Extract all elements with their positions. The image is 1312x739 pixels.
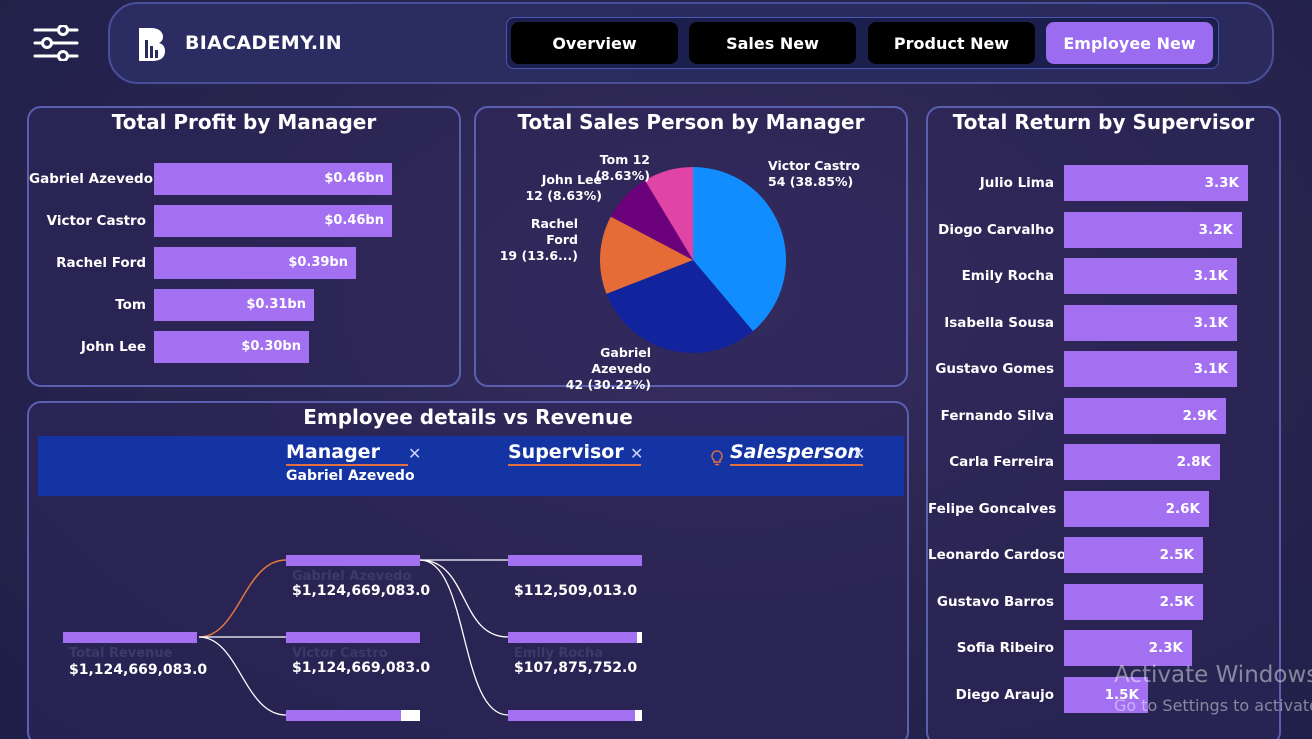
return-bar[interactable]: 2.5K bbox=[1064, 537, 1203, 573]
supervisor-node-value: $107,875,752.0 bbox=[514, 660, 638, 676]
profit-by-manager-panel: Total Profit by Manager Gabriel Azevedo $… bbox=[27, 106, 461, 387]
nav-employee-new-button[interactable]: Employee New bbox=[1046, 22, 1213, 64]
return-bar[interactable]: 2.8K bbox=[1064, 444, 1220, 480]
return-bar-label: Fernando Silva bbox=[940, 407, 1054, 424]
pie-label-tom: Tom 12 (8.63%) bbox=[595, 152, 650, 183]
biacademy-logo bbox=[139, 28, 165, 61]
return-bar-label: Gustavo Barros bbox=[936, 593, 1054, 610]
return-bar[interactable]: 3.1K bbox=[1064, 304, 1237, 341]
nav-product-new-button[interactable]: Product New bbox=[868, 22, 1035, 64]
return-bar-label: Julio Lima bbox=[979, 175, 1054, 191]
root-node-name: Total Revenue bbox=[69, 646, 173, 661]
manager-node-name: Victor Castro bbox=[292, 646, 388, 661]
manager-node-name: Gabriel Azevedo bbox=[292, 569, 412, 584]
profit-bar-label: John Lee bbox=[80, 339, 146, 355]
brand-name: BIACADEMY.IN bbox=[185, 32, 342, 54]
root-node-value: $1,124,669,083.0 bbox=[69, 662, 208, 678]
return-bar-label: Carla Ferreira bbox=[949, 454, 1054, 470]
profit-bar[interactable]: $0.30bn bbox=[154, 331, 309, 363]
return-bar[interactable]: 3.1K bbox=[1064, 351, 1237, 387]
supervisor-node-bar[interactable] bbox=[508, 555, 642, 566]
manager-node-bar[interactable] bbox=[286, 710, 401, 721]
profit-bar[interactable]: $0.39bn bbox=[154, 247, 356, 279]
return-bar[interactable]: 3.2K bbox=[1064, 211, 1242, 248]
return-bar[interactable]: 3.1K bbox=[1064, 258, 1237, 294]
return-bar-label: Diego Araujo bbox=[955, 686, 1054, 703]
return-bar-label: Sofia Ribeiro bbox=[956, 640, 1054, 656]
return-bar-label: Isabella Sousa bbox=[944, 314, 1054, 331]
decomposition-tree-panel: Employee details vs Revenue Manager Gabr… bbox=[27, 401, 909, 739]
header-bar: BIACADEMY.IN Overview Sales New Product … bbox=[108, 2, 1274, 84]
return-by-supervisor-panel: Total Return by Supervisor Julio Lima 3.3… bbox=[926, 106, 1281, 739]
decomposition-connectors bbox=[198, 559, 509, 716]
profit-bar[interactable]: $0.31bn bbox=[154, 289, 314, 321]
return-bar[interactable]: 2.6K bbox=[1064, 490, 1209, 527]
nav-sales-new-button[interactable]: Sales New bbox=[689, 22, 856, 64]
activate-windows-watermark: Activate Windows bbox=[1114, 662, 1312, 688]
return-bar[interactable]: 2.5K bbox=[1064, 583, 1203, 620]
pie-label-gabriel-azevedo: Gabriel Azevedo 42 (30.22%) bbox=[565, 345, 651, 392]
return-bar-label: Diogo Carvalho bbox=[938, 221, 1054, 238]
profit-bar-label: Tom bbox=[115, 297, 146, 313]
profit-bar-label: Victor Castro bbox=[46, 213, 146, 229]
profit-bar[interactable]: $0.46bn bbox=[154, 163, 392, 195]
profit-by-manager-title: Total Profit by Manager bbox=[111, 110, 377, 134]
manager-node-bar[interactable] bbox=[286, 555, 420, 566]
return-bar-label: Emily Rocha bbox=[961, 268, 1054, 284]
sales-person-by-manager-panel: Total Sales Person by Manager Victor Cas… bbox=[474, 106, 908, 392]
profit-bar-label: Rachel Ford bbox=[56, 255, 146, 271]
return-bar-label: Felipe Goncalves bbox=[928, 500, 1057, 517]
supervisor-node-bar[interactable] bbox=[508, 632, 637, 643]
manager-node-bar[interactable] bbox=[286, 632, 420, 643]
return-bar[interactable]: 2.9K bbox=[1064, 397, 1226, 434]
profit-bar[interactable]: $0.46bn bbox=[154, 205, 392, 237]
manager-node-value: $1,124,669,083.0 bbox=[292, 660, 431, 676]
return-bar-label: Gustavo Gomes bbox=[935, 361, 1054, 377]
activate-windows-hint: Go to Settings to activate bbox=[1114, 696, 1312, 715]
filter-settings-icon[interactable] bbox=[33, 25, 79, 61]
pie-label-rachel-ford: Rachel Ford 19 (13.6...) bbox=[499, 216, 578, 263]
supervisor-node-value: $112,509,013.0 bbox=[514, 583, 638, 599]
root-node-bar[interactable] bbox=[63, 632, 197, 643]
profit-bar-label: Gabriel Azevedo bbox=[29, 171, 153, 187]
return-by-supervisor-title: Total Return by Supervisor bbox=[952, 110, 1255, 134]
return-bar-label: Leonardo Cardoso bbox=[928, 547, 1066, 563]
return-bar[interactable]: 3.3K bbox=[1064, 165, 1248, 201]
supervisor-node-name: Emily Rocha bbox=[514, 646, 604, 661]
supervisor-node-bar[interactable] bbox=[508, 710, 635, 721]
return-bar[interactable]: 2.3K bbox=[1064, 630, 1192, 666]
manager-node-value: $1,124,669,083.0 bbox=[292, 583, 431, 599]
nav-overview-button[interactable]: Overview bbox=[511, 22, 678, 64]
page-navigation: Overview Sales New Product New Employee … bbox=[506, 17, 1219, 69]
pie-label-victor-castro: Victor Castro 54 (38.85%) bbox=[768, 158, 861, 189]
